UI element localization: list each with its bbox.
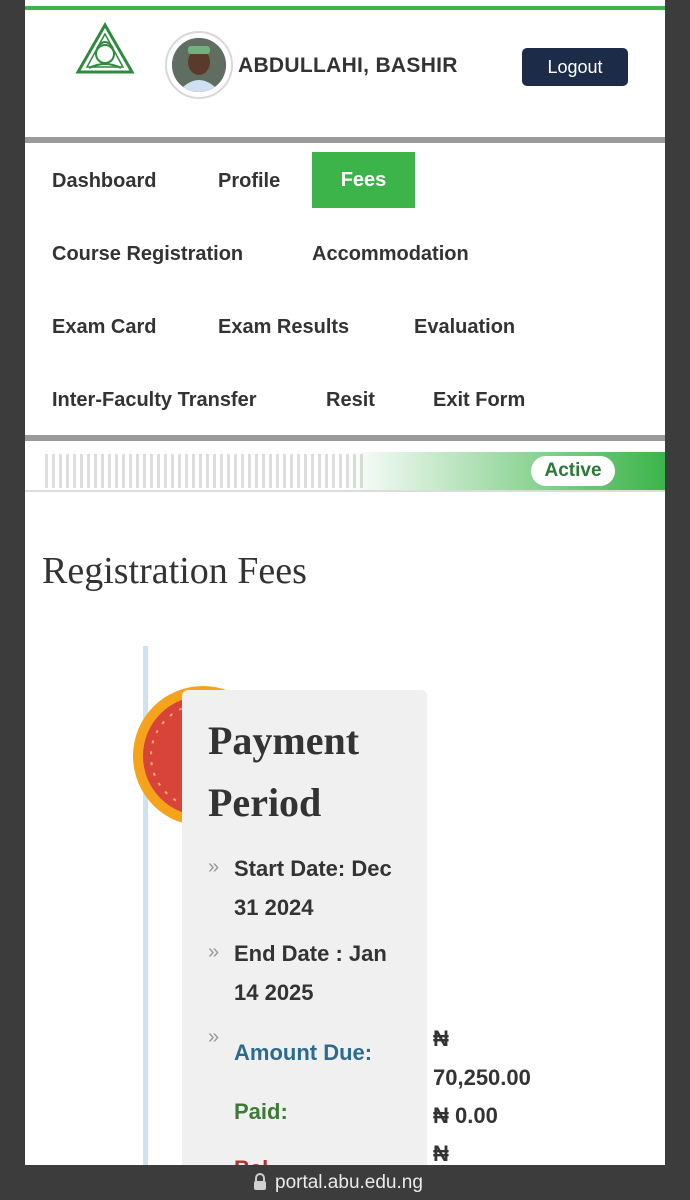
nav-exam-card[interactable]: Exam Card: [52, 299, 157, 355]
nav-inter-faculty-transfer[interactable]: Inter-Faculty Transfer: [52, 372, 257, 428]
nav-resit[interactable]: Resit: [326, 372, 375, 428]
portal-page: ABDULLAHI, BASHIR Logout Dashboard Profi…: [25, 0, 665, 1165]
blurred-text: [45, 454, 365, 488]
payment-period-card: Payment Period » Start Date: Dec 31 2024…: [182, 690, 531, 1165]
balance-label: Bal...: [234, 1156, 287, 1165]
logout-button[interactable]: Logout: [522, 48, 628, 86]
lock-icon: [254, 1173, 266, 1190]
top-strip: [25, 0, 665, 10]
paid-value: ₦ 0.00: [433, 1103, 498, 1128]
nav-course-registration[interactable]: Course Registration: [52, 226, 243, 282]
divider-bottom: [25, 435, 665, 441]
chevron-right-icon: »: [208, 941, 220, 963]
end-date: End Date : Jan 14 2025: [234, 941, 387, 1005]
chevron-right-icon: »: [208, 856, 220, 878]
main-nav: Dashboard Profile Fees Course Registrati…: [25, 143, 665, 435]
status-badge: Active: [531, 456, 615, 486]
nav-exit-form[interactable]: Exit Form: [433, 372, 525, 428]
page-title: Registration Fees: [42, 550, 307, 592]
nav-exam-results[interactable]: Exam Results: [218, 299, 349, 355]
avatar[interactable]: [165, 31, 233, 99]
nav-accommodation[interactable]: Accommodation: [312, 226, 469, 282]
nav-evaluation[interactable]: Evaluation: [414, 299, 515, 355]
payment-period-heading: Payment Period: [208, 718, 360, 825]
url-text: portal.abu.edu.ng: [275, 1172, 423, 1193]
paid-label: Paid:: [234, 1099, 288, 1124]
balance-currency: ₦: [433, 1141, 449, 1165]
avatar-photo: [172, 38, 226, 92]
nav-dashboard[interactable]: Dashboard: [52, 153, 156, 209]
amount-due-value: 70,250.00: [433, 1065, 531, 1090]
browser-url-bar[interactable]: portal.abu.edu.ng: [0, 1165, 690, 1200]
chevron-right-icon: »: [208, 1026, 220, 1048]
university-logo[interactable]: [75, 22, 135, 78]
user-name: ABDULLAHI, BASHIR: [238, 54, 458, 77]
amount-due-label: Amount Due:: [234, 1040, 373, 1065]
amount-due-currency: ₦: [433, 1026, 449, 1051]
nav-fees[interactable]: Fees: [312, 152, 415, 208]
header: ABDULLAHI, BASHIR Logout: [25, 10, 665, 137]
nav-profile[interactable]: Profile: [218, 153, 280, 209]
start-date: Start Date: Dec 31 2024: [234, 856, 392, 920]
